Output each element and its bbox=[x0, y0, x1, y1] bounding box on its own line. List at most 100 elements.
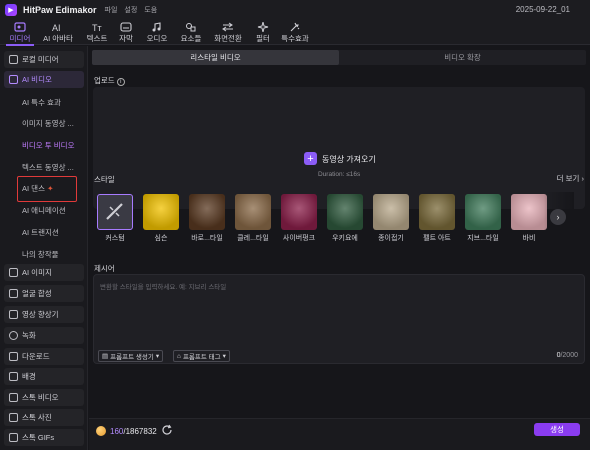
sidebar-item-label: AI 비디오 bbox=[22, 75, 52, 84]
credit-balance: 160/1867832 bbox=[110, 427, 157, 436]
refresh-icon[interactable] bbox=[161, 424, 173, 436]
project-date: 2025-09-22_01 bbox=[515, 5, 570, 14]
sidebar-item-download[interactable]: 다운로드 bbox=[4, 348, 84, 365]
tool-filter[interactable]: 필터 bbox=[252, 21, 274, 44]
info-icon[interactable]: i bbox=[116, 78, 125, 86]
sidebar-sub-label: AI 댄스 bbox=[22, 184, 45, 193]
style-card[interactable]: 바비 bbox=[511, 194, 547, 243]
style-card[interactable]: 바로...타일 bbox=[189, 194, 225, 243]
sidebar-item-ai-image[interactable]: AI 이미지 bbox=[4, 264, 84, 281]
chevron-down-icon: ▾ bbox=[155, 353, 160, 360]
tool-transition[interactable]: 화면전환 bbox=[210, 21, 246, 44]
sidebar-item-face-swap[interactable]: 얼굴 합성 bbox=[4, 285, 84, 302]
tool-subtitle-label: 자막 bbox=[119, 34, 133, 43]
sidebar-item-stock-gifs[interactable]: 스톡 GIFs bbox=[4, 429, 84, 446]
elements-icon bbox=[184, 21, 198, 33]
sidebar-item-label: 로컬 미디어 bbox=[22, 55, 59, 64]
more-styles-link[interactable]: 더 보기 › bbox=[557, 173, 584, 184]
sidebar-item-label: 스톡 GIFs bbox=[22, 433, 55, 442]
import-video-button[interactable]: 동영상 가져오기 bbox=[322, 154, 376, 165]
style-card[interactable]: 지브...타일 bbox=[465, 194, 501, 243]
sidebar-sub-image-to-video[interactable]: 이미지 동영상 ... bbox=[22, 118, 74, 129]
upload-dropzone[interactable]: + 동영상 가져오기 Duration: ≤16s bbox=[93, 87, 585, 209]
sidebar-item-label: 영상 향상기 bbox=[22, 310, 59, 319]
text-icon: Tт bbox=[90, 21, 104, 33]
plus-icon[interactable]: + bbox=[304, 152, 317, 165]
sidebar-sub-text-to-video[interactable]: 텍스트 동영상 ... bbox=[22, 162, 74, 173]
style-card[interactable]: 클레...타일 bbox=[235, 194, 271, 243]
app-title: HitPaw Edimakor bbox=[23, 5, 97, 15]
upload-label-text: 업로드 bbox=[94, 76, 115, 85]
sidebar-item-background[interactable]: 배경 bbox=[4, 368, 84, 385]
sidebar-item-local-media[interactable]: 로컬 미디어 bbox=[4, 51, 84, 68]
style-thumbnail bbox=[235, 194, 271, 230]
effects-icon bbox=[288, 21, 302, 33]
menu-settings[interactable]: 설정 bbox=[124, 5, 137, 15]
style-card[interactable]: 종이접기 bbox=[373, 194, 409, 243]
prompt-placeholder: 변환할 스타일을 입력하세요. 예: 지브리 스타일 bbox=[100, 284, 227, 291]
media-icon bbox=[13, 21, 27, 33]
menu-file[interactable]: 파일 bbox=[105, 5, 118, 15]
tool-ai-avatar[interactable]: AI AI 아바타 bbox=[40, 21, 76, 44]
prompt-tag-label: 프롬프트 태그 bbox=[182, 354, 221, 361]
tool-effects[interactable]: 특수효과 bbox=[278, 21, 312, 44]
tool-text[interactable]: Tт 텍스트 bbox=[84, 21, 110, 44]
sidebar-item-label: 다운로드 bbox=[22, 352, 50, 361]
style-card-name: 우키요에 bbox=[332, 235, 358, 242]
prompt-label: 제시어 bbox=[94, 264, 115, 273]
sidebar-item-record[interactable]: 녹화 bbox=[4, 327, 84, 344]
tab-video-extend[interactable]: 비디오 확장 bbox=[339, 50, 586, 65]
sidebar-item-video-enhancer[interactable]: 영상 향상기 bbox=[4, 306, 84, 323]
tool-elements-label: 요소들 bbox=[180, 34, 202, 43]
folder-icon bbox=[9, 55, 18, 64]
style-thumbnail bbox=[327, 194, 363, 230]
sidebar-item-ai-video[interactable]: AI 비디오 bbox=[4, 71, 84, 88]
prompt-textarea[interactable]: 변환할 스타일을 입력하세요. 예: 지브리 스타일 ▤ 프롬프트 생성기 ▾ … bbox=[93, 274, 585, 364]
ai-avatar-icon: AI bbox=[51, 21, 65, 33]
sidebar-sub-ai-effects[interactable]: AI 특수 효과 bbox=[22, 97, 61, 108]
sidebar-sub-ai-animation[interactable]: AI 애니메이션 bbox=[22, 205, 66, 216]
tool-audio[interactable]: 오디오 bbox=[144, 21, 170, 44]
coin-icon bbox=[96, 426, 106, 436]
more-styles-text: 더 보기 bbox=[556, 174, 580, 183]
menu-bar: 파일 설정 도움 bbox=[105, 5, 158, 15]
prompt-generator-dropdown[interactable]: ▤ 프롬프트 생성기 ▾ bbox=[98, 350, 164, 362]
menu-help[interactable]: 도움 bbox=[144, 5, 157, 15]
background-icon bbox=[9, 372, 18, 381]
tab-restyle-video[interactable]: 리스타일 비디오 bbox=[92, 50, 339, 65]
style-card[interactable]: 커스텀 bbox=[97, 194, 133, 243]
tool-subtitle[interactable]: 자막 bbox=[115, 21, 137, 44]
style-card[interactable]: 우키요에 bbox=[327, 194, 363, 243]
style-thumbnail bbox=[511, 194, 547, 230]
char-max: /2000 bbox=[560, 352, 578, 359]
sidebar-sub-my-creations[interactable]: 나의 창작물 bbox=[22, 249, 59, 260]
style-thumbnail bbox=[373, 194, 409, 230]
prompt-tag-dropdown[interactable]: ⌂ 프롬프트 태그 ▾ bbox=[173, 350, 230, 362]
sidebar-sub-video-to-video[interactable]: 비디오 투 비디오 bbox=[22, 140, 74, 151]
style-card[interactable]: 펠트 아트 bbox=[419, 194, 455, 243]
tool-media[interactable]: 미디어 bbox=[4, 21, 36, 46]
generator-icon: ▤ bbox=[102, 353, 109, 360]
prompt-generator-label: 프롬프트 생성기 bbox=[110, 354, 154, 361]
style-card[interactable]: 심슨 bbox=[143, 194, 179, 243]
style-thumbnail bbox=[465, 194, 501, 230]
upload-label: 업로드 i bbox=[94, 75, 125, 86]
title-bar: ▶ HitPaw Edimakor 파일 설정 도움 2025-09-22_01 bbox=[0, 0, 590, 20]
sidebar-item-label: 스톡 비디오 bbox=[22, 393, 59, 402]
subtitle-icon bbox=[119, 21, 133, 33]
style-card-name: 커스텀 bbox=[105, 235, 125, 242]
tool-ai-avatar-label: AI 아바타 bbox=[43, 34, 73, 43]
carousel-next-button[interactable]: › bbox=[550, 209, 566, 225]
char-counter: 0/2000 bbox=[557, 352, 578, 359]
style-card[interactable]: 사이버펑크 bbox=[281, 194, 317, 243]
style-card-name: 펠트 아트 bbox=[423, 235, 451, 242]
sidebar-sub-ai-transition[interactable]: AI 트랜지션 bbox=[22, 227, 59, 238]
tool-elements[interactable]: 요소들 bbox=[178, 21, 204, 44]
mode-tabs: 리스타일 비디오 비디오 확장 bbox=[92, 50, 586, 65]
sidebar-item-stock-photo[interactable]: 스톡 사진 bbox=[4, 409, 84, 426]
sidebar-sub-ai-dance[interactable]: AI 댄스 ✦ bbox=[22, 183, 53, 194]
app-logo-icon: ▶ bbox=[5, 4, 17, 16]
generate-button[interactable]: 생성 bbox=[534, 423, 580, 436]
sidebar-item-stock-video[interactable]: 스톡 비디오 bbox=[4, 389, 84, 406]
style-card-name: 바비 bbox=[522, 235, 536, 242]
